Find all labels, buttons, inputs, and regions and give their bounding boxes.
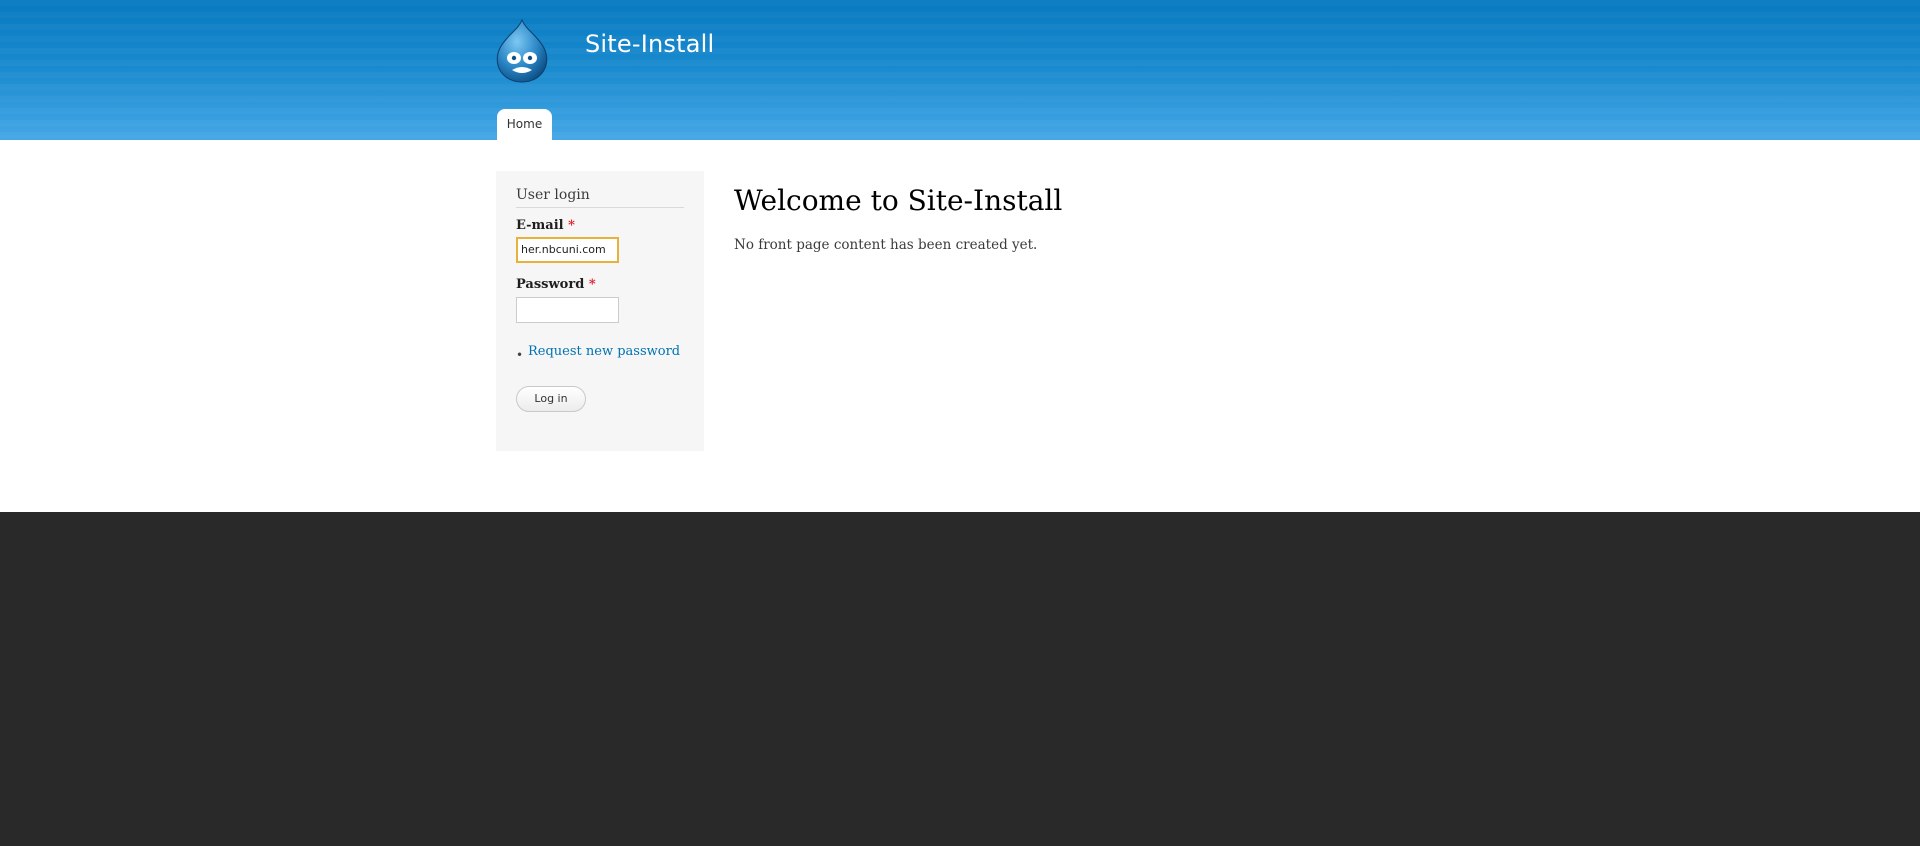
site-header: Site-Install Home — [0, 0, 1920, 140]
password-label-text: Password — [516, 277, 585, 292]
log-in-button[interactable]: Log in — [516, 386, 586, 412]
header-stripes — [0, 0, 1920, 140]
password-field[interactable] — [516, 297, 619, 323]
required-marker: * — [588, 277, 596, 292]
request-new-password-link[interactable]: Request new password — [528, 344, 680, 359]
main-region: User login E-mail * her.nbcuni.com Passw… — [0, 140, 1920, 512]
email-field[interactable]: her.nbcuni.com — [516, 237, 619, 263]
site-name[interactable]: Site-Install — [585, 30, 714, 58]
required-marker: * — [568, 218, 575, 233]
front-page-message: No front page content has been created y… — [734, 237, 1038, 253]
block-title: User login — [516, 187, 684, 208]
password-label: Password * — [516, 277, 596, 292]
page-title: Welcome to Site-Install — [734, 184, 1063, 217]
list-bullet: • — [516, 348, 524, 362]
user-login-block: User login E-mail * her.nbcuni.com Passw… — [496, 171, 704, 451]
tab-home[interactable]: Home — [497, 109, 552, 140]
email-label: E-mail * — [516, 218, 575, 233]
email-label-text: E-mail — [516, 218, 564, 233]
drupal-drop-logo-icon[interactable] — [492, 18, 552, 84]
site-footer — [0, 512, 1920, 846]
